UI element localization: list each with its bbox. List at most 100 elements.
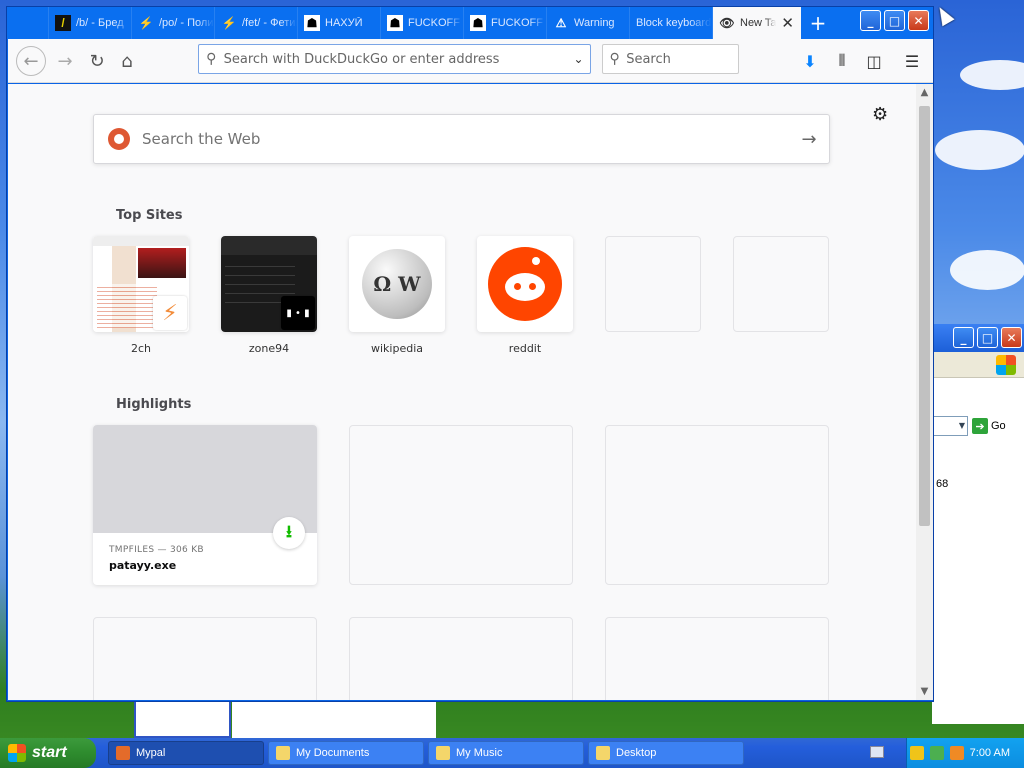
new-tab-button[interactable]: +	[801, 7, 835, 39]
sidebar-icon[interactable]: ◫	[862, 49, 886, 73]
tab[interactable]: ☗ НАХУЙ	[298, 7, 381, 39]
tab-label: /fet/ - Фетиш	[242, 17, 297, 29]
close-icon[interactable]: ✕	[1001, 327, 1022, 348]
top-site-empty[interactable]	[605, 236, 701, 342]
tab-label: Block keyboard	[636, 17, 712, 29]
taskbar-item-label: Mypal	[136, 747, 166, 759]
top-site[interactable]: Ω W wikipedia	[349, 236, 445, 355]
zone94-icon: ▮ • ▮	[281, 296, 315, 330]
menu-icon[interactable]: ☰	[900, 49, 924, 73]
forward-button[interactable]: →	[50, 46, 80, 76]
start-label: start	[32, 744, 67, 761]
highlight-card[interactable]: ⭳ TMPFILES — 306 KB patayy.exe	[93, 425, 317, 585]
clock[interactable]: 7:00 AM	[970, 747, 1010, 759]
top-site[interactable]: reddit	[477, 236, 573, 355]
address-dropdown[interactable]	[932, 416, 968, 436]
library-icon[interactable]: ⫴	[830, 49, 854, 73]
search-input[interactable]	[626, 51, 738, 67]
highlights-title: Highlights	[116, 397, 192, 412]
wikipedia-globe-icon: Ω W	[362, 249, 432, 319]
minimize-icon[interactable]: _	[860, 10, 881, 31]
bolt-icon: ⚡	[138, 16, 154, 30]
man-icon: ☗	[387, 15, 403, 31]
search-icon: ⚲	[206, 51, 217, 67]
taskbar-item-label: Desktop	[616, 747, 657, 759]
site-name: reddit	[508, 342, 542, 355]
search-box[interactable]: ⚲	[602, 44, 739, 74]
scroll-up-icon[interactable]: ▲	[916, 84, 933, 101]
scroll-thumb[interactable]	[919, 106, 930, 526]
minimize-icon[interactable]: _	[953, 327, 974, 348]
tab[interactable]: ⚡ /po/ - Политика	[132, 7, 215, 39]
highlight-empty	[349, 617, 573, 700]
close-icon[interactable]: ✕	[908, 10, 929, 31]
tab[interactable]	[7, 7, 49, 39]
tab[interactable]: ⚡ /fet/ - Фетиш	[215, 7, 298, 39]
tab[interactable]: Block keyboard	[630, 7, 713, 39]
background-window: _ □ ✕ ➔ Go 68	[932, 324, 1024, 724]
mouse-cursor-icon	[933, 3, 955, 27]
cloud	[935, 130, 1024, 170]
taskbar-item[interactable]: My Music	[428, 741, 584, 765]
top-site[interactable]: ▮ • ▮ zone94	[221, 236, 317, 355]
tab[interactable]: ☗ FUCKOFF	[464, 7, 547, 39]
top-site[interactable]: ⚡ 2ch	[93, 236, 189, 355]
web-search-input[interactable]	[142, 130, 789, 148]
site-thumbnail: ⚡	[93, 236, 189, 332]
background-window-menubar	[932, 352, 1024, 378]
download-icon: ⭳	[273, 517, 305, 549]
scrollbar[interactable]: ▲ ▼	[916, 84, 933, 700]
taskbar-item[interactable]: My Documents	[268, 741, 424, 765]
taskbar-item[interactable]: Mypal	[108, 741, 264, 765]
desktop-window-fragment	[232, 702, 436, 738]
reload-button[interactable]: ↻	[82, 46, 112, 76]
tab-label: FUCKOFF	[408, 17, 460, 29]
tab-active[interactable]: 👁 New Tab ✕	[713, 7, 801, 39]
site-name: wikipedia	[370, 342, 423, 355]
system-tray: 7:00 AM	[906, 738, 1024, 768]
back-button[interactable]: ←	[16, 46, 46, 76]
keyboard-icon[interactable]	[870, 746, 884, 758]
window-controls: _ □ ✕	[860, 10, 929, 31]
download-icon[interactable]: ⬇	[798, 49, 822, 73]
address-input[interactable]	[223, 51, 568, 67]
highlight-empty	[605, 425, 829, 585]
taskbar: start Mypal My Documents My Music Deskto…	[0, 738, 1024, 768]
gear-icon[interactable]: ⚙	[872, 104, 888, 125]
top-sites-title: Top Sites	[116, 208, 183, 223]
shield-icon[interactable]	[909, 746, 924, 760]
address-bar[interactable]: ⚲ ⌄	[198, 44, 591, 74]
site-thumbnail: ▮ • ▮	[221, 236, 317, 332]
taskbar-item[interactable]: Desktop	[588, 741, 744, 765]
go-button[interactable]: ➔ Go	[972, 418, 1006, 434]
maximize-icon[interactable]: □	[977, 327, 998, 348]
home-button[interactable]: ⌂	[112, 46, 142, 76]
desktop-window-fragment	[134, 702, 231, 738]
maximize-icon[interactable]: □	[884, 10, 905, 31]
search-icon[interactable]	[949, 746, 964, 760]
nav-toolbar: ← → ↻ ⌂ ⚲ ⌄ ⚲ ⬇ ⫴ ◫ ☰	[8, 39, 933, 83]
close-tab-icon[interactable]: ✕	[781, 14, 794, 32]
go-label: Go	[991, 420, 1006, 432]
reddit-alien-icon	[488, 247, 562, 321]
chevron-down-icon[interactable]: ⌄	[567, 52, 590, 66]
tab[interactable]: / /b/ - Бред	[49, 7, 132, 39]
eye-icon: 👁	[719, 16, 735, 30]
highlight-empty	[93, 617, 317, 700]
search-icon: ⚲	[609, 51, 620, 67]
web-search-box[interactable]: →	[93, 114, 830, 164]
mypal-icon	[116, 746, 130, 760]
site-name: 2ch	[130, 342, 152, 355]
scroll-down-icon[interactable]: ▼	[916, 683, 933, 700]
windows-logo-icon	[996, 355, 1016, 375]
tab-label: Warning	[574, 17, 615, 29]
tab[interactable]: ☗ FUCKOFF	[381, 7, 464, 39]
top-site-empty[interactable]	[733, 236, 829, 342]
tab-label: FUCKOFF	[491, 17, 543, 29]
site-thumbnail: Ω W	[349, 236, 445, 332]
network-icon[interactable]	[929, 746, 944, 760]
tab[interactable]: ⚠ Warning	[547, 7, 630, 39]
start-button[interactable]: start	[0, 738, 96, 768]
arrow-right-icon[interactable]: →	[789, 129, 829, 150]
taskbar-item-label: My Music	[456, 747, 503, 759]
